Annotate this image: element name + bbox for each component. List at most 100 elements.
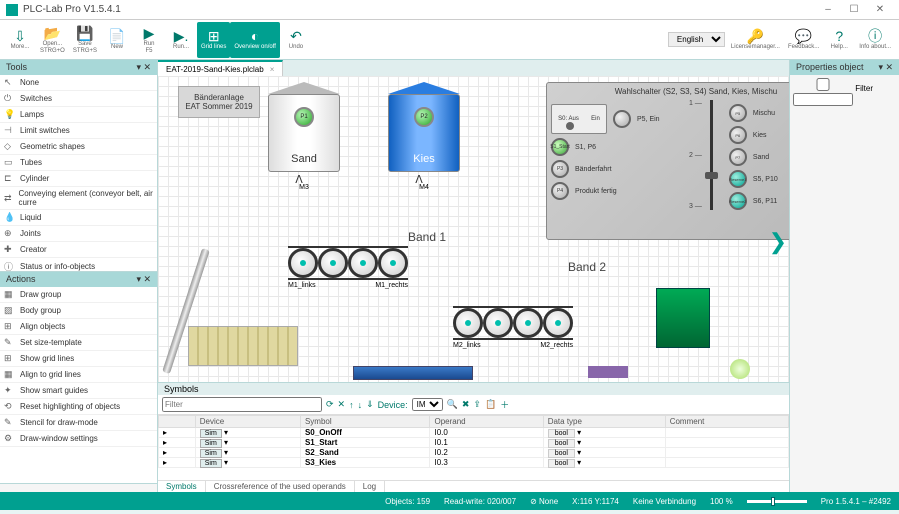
col-comment[interactable]: Comment <box>665 416 788 428</box>
import-icon[interactable]: ⇓ <box>366 399 374 410</box>
copy-icon[interactable]: 📋 <box>485 399 496 410</box>
toolbar-grid-lines[interactable]: ⊞Grid lines <box>197 22 230 58</box>
tool-conveying-element-convey[interactable]: ⇄Conveying element (conveyor belt, air c… <box>0 187 157 210</box>
filter-input[interactable] <box>793 93 853 106</box>
action-show-grid-lines[interactable]: ⊞Show grid lines <box>0 351 157 367</box>
col-symbol[interactable]: Symbol <box>300 416 430 428</box>
tool-switches[interactable]: ⏻Switches <box>0 91 157 107</box>
conveyor-1[interactable]: M1_linksM1_rechts <box>288 246 408 289</box>
nav-right-arrow[interactable]: ❯ <box>769 229 787 255</box>
tool-none[interactable]: ↖None <box>0 75 157 91</box>
clear-icon[interactable]: ✖ <box>462 399 470 410</box>
maximize-button[interactable]: ☐ <box>841 1 867 19</box>
symbol-row[interactable]: ▸Sim ▾S2_SandI0.2bool ▾ <box>159 448 789 458</box>
round-object[interactable] <box>730 359 750 379</box>
container-1[interactable] <box>188 326 298 366</box>
refresh-icon[interactable]: ⟳ <box>326 399 334 410</box>
language-select[interactable]: English <box>668 32 725 47</box>
toolbar-more-[interactable]: ⇩More... <box>4 22 36 58</box>
tool-creator[interactable]: ✚Creator <box>0 242 157 258</box>
container-2[interactable] <box>353 366 473 380</box>
tool-joints[interactable]: ⊕Joints <box>0 226 157 242</box>
filter-checkbox[interactable] <box>793 78 853 91</box>
toolbar-run-[interactable]: ▶.Run... <box>165 22 197 58</box>
toolbar-overview-on-off[interactable]: ◐Overview on/off <box>230 22 280 58</box>
toolbar-new[interactable]: 📄New <box>101 22 133 58</box>
toolbar-save[interactable]: 💾SaveSTRG+S <box>69 22 101 58</box>
symbols-tab-crossreference-of-th[interactable]: Crossreference of the used operands <box>206 481 355 492</box>
toolbar-open-[interactable]: 📂Open...STRG+O <box>36 22 69 58</box>
panel-btn-P7[interactable]: P7 <box>729 148 747 166</box>
tools-panel-header[interactable]: Tools▾ ✕ <box>0 60 157 75</box>
container-3[interactable] <box>588 366 628 378</box>
action-align-objects[interactable]: ⊞Align objects <box>0 319 157 335</box>
tool-cylinder[interactable]: ⊏Cylinder <box>0 171 157 187</box>
switch-s0[interactable]: S0: AusEin <box>551 104 607 134</box>
panel-btn-S1_Start[interactable]: S1_Start <box>551 138 569 156</box>
panel-btn-Reserve1[interactable]: Reserve1 <box>729 170 747 188</box>
col-device[interactable]: Device <box>195 416 300 428</box>
silo-kies-button[interactable]: P2 <box>414 107 434 127</box>
btn-p5-ein[interactable] <box>613 110 631 128</box>
symbol-row[interactable]: ▸Sim ▾S3_KiesI0.3bool ▾ <box>159 458 789 468</box>
properties-header[interactable]: Properties object▾ ✕ <box>790 60 899 75</box>
export-icon[interactable]: ⇪ <box>473 399 481 410</box>
device-select[interactable]: IM <box>412 398 443 411</box>
selector-slider[interactable] <box>710 100 713 210</box>
silo-sand-button[interactable]: P1 <box>294 107 314 127</box>
add-icon[interactable]: ＋ <box>500 398 509 411</box>
symbols-filter-input[interactable] <box>162 397 322 412</box>
tool-tubes[interactable]: ▭Tubes <box>0 155 157 171</box>
panel-btn-P6[interactable]: P6 <box>729 126 747 144</box>
minimize-button[interactable]: – <box>815 1 841 19</box>
action-show-smart-guides[interactable]: ✦Show smart guides <box>0 383 157 399</box>
container-4[interactable] <box>656 288 710 348</box>
tab-close-icon[interactable]: × <box>270 65 275 74</box>
info-sign[interactable]: Bänderanlage EAT Sommer 2019 <box>178 86 260 118</box>
col-[interactable] <box>159 416 196 428</box>
tool-geometric-shapes[interactable]: ◇Geometric shapes <box>0 139 157 155</box>
control-panel[interactable]: Wahlschalter (S2, S3, S4) Sand, Kies, Mi… <box>546 82 789 240</box>
canvas-area[interactable]: Bänderanlage EAT Sommer 2019 P1 Sand ᐱ M… <box>158 76 789 382</box>
actions-panel-header[interactable]: Actions▾ ✕ <box>0 272 157 287</box>
panel-btn-Reserve2[interactable]: Reserve2 <box>729 192 747 210</box>
toolbar-help-[interactable]: ?Help... <box>823 22 855 58</box>
symbols-tab-log[interactable]: Log <box>355 481 385 492</box>
col-data-type[interactable]: Data type <box>543 416 665 428</box>
action-draw-window-settings[interactable]: ⚙Draw-window settings <box>0 431 157 447</box>
tool-lamps[interactable]: 💡Lamps <box>0 107 157 123</box>
action-draw-group[interactable]: ▦Draw group <box>0 287 157 303</box>
down-icon[interactable]: ↓ <box>358 400 363 410</box>
silo-kies[interactable]: P2 Kies ᐱ M4 <box>388 82 460 191</box>
tab-active[interactable]: EAT-2019-Sand-Kies.plclab × <box>158 60 283 76</box>
toolbar-undo[interactable]: ↶Undo <box>280 22 312 58</box>
symbols-tab-symbols[interactable]: Symbols <box>158 481 206 492</box>
symbol-row[interactable]: ▸Sim ▾S1_StartI0.1bool ▾ <box>159 438 789 448</box>
toolbar-run[interactable]: ▶RunF5 <box>133 22 165 58</box>
tool-status-or-info-objects[interactable]: ⓘStatus or info-objects <box>0 258 157 271</box>
conveyor-2[interactable]: M2_linksM2_rechts <box>453 306 573 349</box>
panel-btn-P5[interactable]: P5 <box>729 104 747 122</box>
up-icon[interactable]: ↑ <box>349 400 354 410</box>
zoom-slider[interactable] <box>747 500 807 503</box>
close-button[interactable]: ✕ <box>867 1 893 19</box>
col-operand[interactable]: Operand <box>430 416 543 428</box>
toolbar-feedback-[interactable]: 💬Feedback... <box>784 22 823 58</box>
panel-btn-P3[interactable]: P3 <box>551 160 569 178</box>
action-set-size-template[interactable]: ✎Set size-template <box>0 335 157 351</box>
silo-sand[interactable]: P1 Sand ᐱ M3 <box>268 82 340 191</box>
tool-liquid[interactable]: 💧Liquid <box>0 210 157 226</box>
action-reset-highlighting-of-ob[interactable]: ⟲Reset highlighting of objects <box>0 399 157 415</box>
symbols-header[interactable]: Symbols <box>158 383 789 395</box>
find-icon[interactable]: 🔍 <box>447 399 458 410</box>
action-body-group[interactable]: ▨Body group <box>0 303 157 319</box>
symbols-table[interactable]: DeviceSymbolOperandData typeComment▸Sim … <box>158 415 789 480</box>
action-stencil-for-draw-mode[interactable]: ✎Stencil for draw-mode <box>0 415 157 431</box>
panel-btn-P4[interactable]: P4 <box>551 182 569 200</box>
action-align-to-grid-lines[interactable]: ▦Align to grid lines <box>0 367 157 383</box>
symbol-row[interactable]: ▸Sim ▾S0_OnOffI0.0bool ▾ <box>159 428 789 438</box>
tool-limit-switches[interactable]: ⊣Limit switches <box>0 123 157 139</box>
toolbar-info-about-[interactable]: ⓘInfo about... <box>855 22 895 58</box>
toolbar-licensemanager-[interactable]: 🔑Licensemanager... <box>727 22 784 58</box>
delete-icon[interactable]: ✕ <box>338 399 346 410</box>
